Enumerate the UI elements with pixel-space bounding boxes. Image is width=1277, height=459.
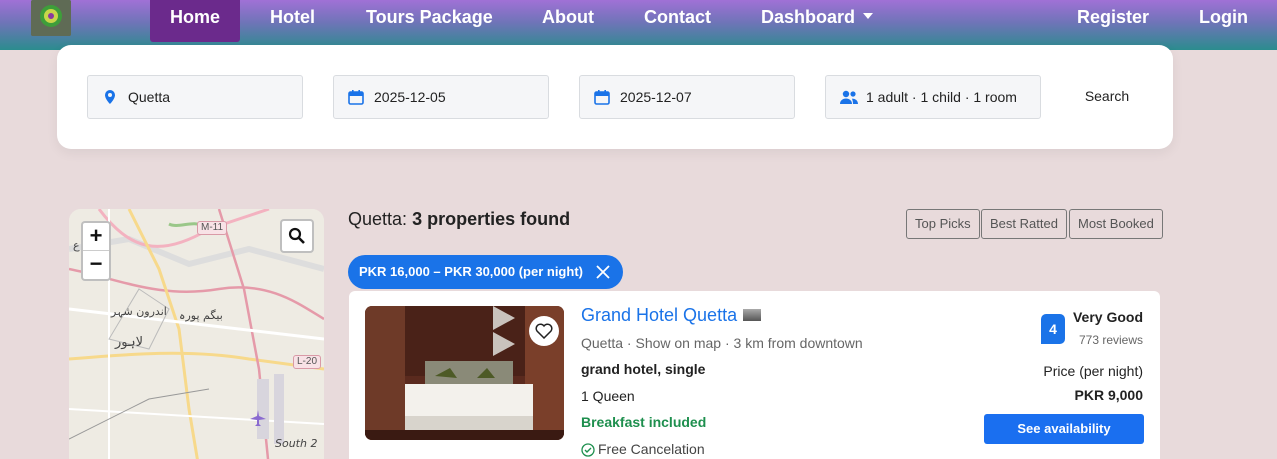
guests-value: 1 adult · 1 child · 1 room (866, 89, 1017, 105)
rating-score-badge: 4 (1041, 314, 1065, 344)
map-city-label: لاہور (115, 335, 144, 350)
nav-contact[interactable]: Contact (644, 0, 711, 36)
breakfast-badge: Breakfast included (581, 414, 707, 430)
price-value: PKR 9,000 (1074, 387, 1143, 403)
hotel-location-line: Quetta · Show on map · 3 km from downtow… (581, 335, 863, 351)
nav-dashboard-label: Dashboard (761, 7, 856, 27)
see-availability-button[interactable]: See availability (984, 414, 1144, 444)
guests-selector[interactable]: 1 adult · 1 child · 1 room (825, 75, 1041, 119)
nav-register[interactable]: Register (1077, 0, 1149, 36)
check-out-input[interactable]: 2025-12-07 (579, 75, 795, 119)
hotel-name-link[interactable]: Grand Hotel Quetta (581, 305, 762, 326)
map-pin-icon (105, 90, 115, 104)
calendar-icon (594, 90, 610, 105)
show-on-map-link[interactable]: Show on map (635, 335, 721, 351)
map-search-button[interactable] (280, 219, 314, 253)
favorite-button[interactable] (529, 316, 559, 346)
caret-down-icon (863, 13, 874, 19)
zoom-in-button[interactable]: + (83, 223, 109, 251)
map-zoom-control: + − (81, 221, 111, 281)
results-count: 3 properties found (412, 209, 571, 229)
price-filter-chip[interactable]: PKR 16,000 – PKR 30,000 (per night) (348, 255, 623, 289)
site-logo[interactable] (31, 0, 71, 36)
sort-most-booked-button[interactable]: Most Booked (1069, 209, 1163, 239)
magnifier-icon (288, 227, 305, 244)
logo-icon (31, 0, 71, 36)
bed-type: 1 Queen (581, 388, 635, 404)
cancellation-text: Free Cancelation (598, 441, 705, 457)
nav-tours-package[interactable]: Tours Package (366, 0, 493, 36)
users-icon (840, 90, 858, 104)
hotel-location: Quetta (581, 335, 624, 351)
map-city-label: اندرون شہر (111, 305, 167, 318)
results-city: Quetta: (348, 209, 408, 229)
nav-login[interactable]: Login (1199, 0, 1248, 36)
results-map[interactable]: M-11 L-20 ع بیگم پورہ اندرون شہر لاہور S… (69, 209, 324, 459)
hotel-name: Grand Hotel Quetta (581, 305, 738, 325)
search-button[interactable]: Search (1067, 75, 1147, 119)
price-filter-label: PKR 16,000 – PKR 30,000 (per night) (359, 264, 583, 279)
nav-about[interactable]: About (542, 0, 594, 36)
check-out-value: 2025-12-07 (620, 89, 692, 105)
map-road-label: L-20 (293, 355, 322, 369)
sort-top-picks-button[interactable]: Top Picks (906, 209, 980, 239)
location-value: Quetta (128, 89, 171, 105)
results-heading: Quetta: 3 properties found (348, 209, 570, 230)
rating-label: Very Good (1072, 309, 1143, 325)
photo-icon (743, 309, 762, 321)
room-type: grand hotel, single (581, 361, 706, 377)
price-label: Price (per night) (1043, 363, 1143, 379)
check-in-input[interactable]: 2025-12-05 (333, 75, 549, 119)
check-in-value: 2025-12-05 (374, 89, 446, 105)
map-area-label: South 2 (275, 437, 318, 450)
search-panel: Quetta 2025-12-05 2025-12-07 1 adult · 1… (57, 45, 1173, 149)
review-count: 773 reviews (1078, 333, 1143, 347)
cancellation-info: Free Cancelation (581, 441, 705, 457)
check-circle-icon (581, 443, 595, 457)
map-edge-label: ع (73, 239, 80, 252)
zoom-out-button[interactable]: − (83, 251, 109, 279)
map-road-label: M-11 (197, 221, 228, 235)
nav-dashboard-dropdown[interactable]: Dashboard (761, 0, 874, 36)
nav-hotel[interactable]: Hotel (270, 0, 315, 36)
nav-home[interactable]: Home (150, 0, 240, 42)
heart-icon (535, 323, 553, 339)
hotel-distance: 3 km from downtown (733, 335, 863, 351)
close-icon[interactable] (595, 264, 611, 280)
top-navbar: Home Hotel Tours Package About Contact D… (0, 0, 1277, 50)
map-city-label: بیگم پورہ (179, 309, 223, 322)
hotel-card: Grand Hotel Quetta Quetta · Show on map … (349, 291, 1160, 459)
calendar-icon (348, 90, 364, 105)
location-input[interactable]: Quetta (87, 75, 303, 119)
airport-icon (250, 410, 266, 426)
sort-best-rated-button[interactable]: Best Ratted (981, 209, 1067, 239)
